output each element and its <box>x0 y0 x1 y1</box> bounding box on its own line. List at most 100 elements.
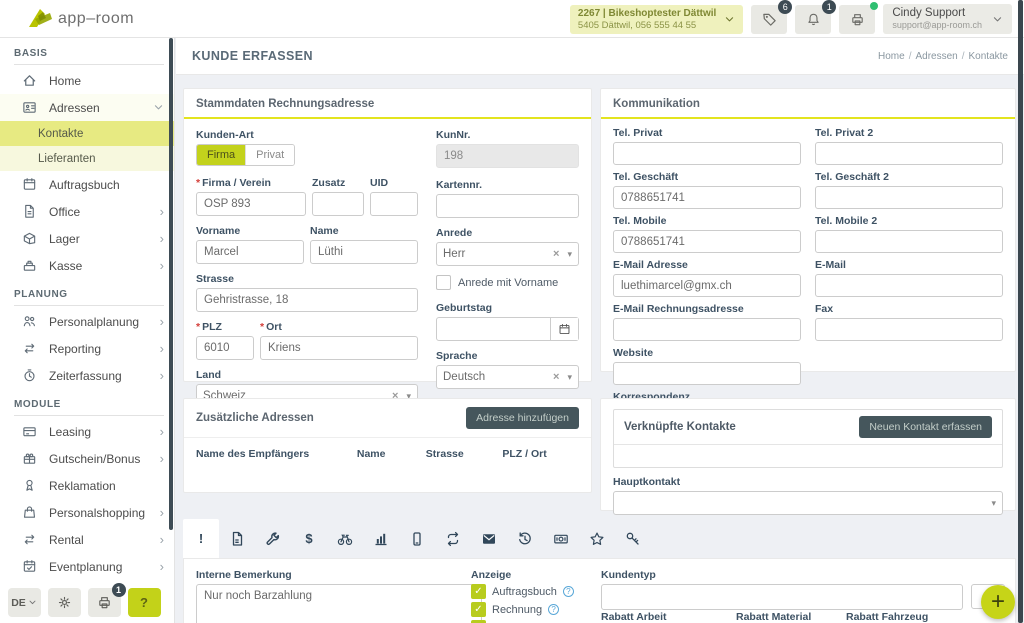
add-new-button[interactable]: + <box>981 585 1015 619</box>
sidebar-item-lieferanten[interactable]: Lieferanten <box>0 146 174 171</box>
sidebar-item-zeiterfassung[interactable]: Zeiterfassung › <box>0 362 174 389</box>
kartennr-input[interactable] <box>436 194 579 218</box>
sidebar-item-label: Office <box>49 205 80 219</box>
tab-mail[interactable] <box>471 519 507 558</box>
anrede-mit-vorname-checkbox[interactable]: Anrede mit Vorname <box>436 275 558 290</box>
info-icon[interactable]: ? <box>563 586 574 597</box>
breadcrumb-home[interactable]: Home <box>878 51 905 62</box>
sidebar-item-label: Rental <box>49 533 84 547</box>
tab-documents[interactable] <box>219 519 255 558</box>
tel-geschaeft-input[interactable] <box>613 186 801 209</box>
tel-geschaeft2-input[interactable] <box>815 186 1003 209</box>
breadcrumb-kontakte[interactable]: Kontakte <box>969 51 1008 62</box>
interne-bemerkung-textarea[interactable]: Nur noch Barzahlung <box>196 584 482 623</box>
name-input[interactable] <box>310 240 418 264</box>
user-menu[interactable]: Cindy Support support@app-room.ch <box>883 4 1012 34</box>
tab-service[interactable] <box>255 519 291 558</box>
tab-recurring[interactable] <box>435 519 471 558</box>
clear-icon[interactable]: × <box>553 248 559 260</box>
sidebar-item-auftragsbuch[interactable]: Auftragsbuch <box>0 171 174 198</box>
geburtstag-field[interactable] <box>436 317 579 341</box>
fax-input[interactable] <box>815 318 1003 341</box>
store-selector[interactable]: 2267 | Bikeshoptester Dättwil 5405 Dättw… <box>570 5 743 34</box>
vorname-input[interactable] <box>196 240 304 264</box>
email-rechnungsadresse-input[interactable] <box>613 318 801 341</box>
help-button[interactable]: ? <box>128 588 161 617</box>
sidebar-item-personalplanung[interactable]: Personalplanung › <box>0 308 174 335</box>
settings-button[interactable] <box>48 588 81 617</box>
sidebar-item-reklamation[interactable]: Reklamation <box>0 472 174 499</box>
calendar-picker-button[interactable] <box>550 318 578 340</box>
neuen-kontakt-button[interactable]: Neuen Kontakt erfassen <box>859 416 992 438</box>
tab-remarks[interactable]: ! <box>183 519 219 558</box>
tab-access[interactable] <box>615 519 651 558</box>
anzeige-auftragsbuch-checkbox[interactable]: ✓ Auftragsbuch ? <box>471 584 574 599</box>
sidebar-item-personalshopping[interactable]: Personalshopping › <box>0 499 174 526</box>
tab-bikes[interactable] <box>327 519 363 558</box>
chevron-right-icon: › <box>160 369 164 382</box>
anzeige-rechnung-checkbox[interactable]: ✓ Rechnung ? <box>471 602 574 617</box>
sidebar-item-home[interactable]: Home <box>0 67 174 94</box>
chevron-right-icon: › <box>160 560 164 573</box>
sidebar-item-label: Kontakte <box>38 128 83 140</box>
zusatz-input[interactable] <box>312 192 364 216</box>
hauptkontakt-select[interactable]: ▾ <box>613 491 1003 515</box>
info-icon[interactable]: ? <box>548 604 559 615</box>
plz-input[interactable] <box>196 336 254 360</box>
sidebar-item-office[interactable]: Office › <box>0 198 174 225</box>
sidebar-scrollbar[interactable] <box>169 38 173 530</box>
tab-statistics[interactable] <box>363 519 399 558</box>
adresse-hinzufuegen-button[interactable]: Adresse hinzufügen <box>466 407 579 429</box>
notifications-button[interactable]: 1 <box>795 5 831 34</box>
tel-mobile-input[interactable] <box>613 230 801 253</box>
sidebar-item-eventplanung[interactable]: Eventplanung › <box>0 553 174 580</box>
envelope-icon <box>481 531 497 547</box>
sidebar-item-kontakte[interactable]: Kontakte <box>0 121 174 146</box>
sidebar-item-kasse[interactable]: Kasse › <box>0 252 174 279</box>
sidebar-item-gutschein-bonus[interactable]: Gutschein/Bonus › <box>0 445 174 472</box>
sprache-select[interactable]: Deutsch × ▾ <box>436 365 579 389</box>
website-input[interactable] <box>613 362 801 385</box>
clear-icon[interactable]: × <box>553 371 559 383</box>
tab-finance[interactable]: $ <box>291 519 327 558</box>
firma-input[interactable] <box>196 192 306 216</box>
tab-favorites[interactable] <box>579 519 615 558</box>
kunden-art-privat[interactable]: Privat <box>245 145 294 165</box>
tab-history[interactable] <box>507 519 543 558</box>
star-icon <box>589 531 605 547</box>
sidebar-item-leasing[interactable]: Leasing › <box>0 418 174 445</box>
sidebar-item-label: Auftragsbuch <box>49 178 120 192</box>
uid-input[interactable] <box>370 192 418 216</box>
email-input[interactable] <box>815 274 1003 297</box>
name-label: Name <box>310 225 418 237</box>
sidebar-item-rental[interactable]: Rental › <box>0 526 174 553</box>
chevron-right-icon: › <box>160 232 164 245</box>
sidebar-item-adressen[interactable]: Adressen <box>0 94 174 121</box>
chevron-down-icon <box>28 598 37 607</box>
email-adresse-input[interactable] <box>613 274 801 297</box>
page-scrollbar[interactable] <box>1018 0 1023 623</box>
anrede-select[interactable]: Herr × ▾ <box>436 242 579 266</box>
tel-mobile2-input[interactable] <box>815 230 1003 253</box>
kundentyp-input[interactable] <box>601 584 963 610</box>
tel-geschaeft-label: Tel. Geschäft <box>613 171 801 183</box>
tel-privat-input[interactable] <box>613 142 801 165</box>
bicycle-icon <box>337 531 353 547</box>
printer-status-button[interactable] <box>839 5 875 34</box>
language-selector[interactable]: DE <box>8 588 41 617</box>
strasse-input[interactable] <box>196 288 418 312</box>
tags-button[interactable]: 6 <box>751 5 787 34</box>
tel-privat2-input[interactable] <box>815 142 1003 165</box>
breadcrumb-adressen[interactable]: Adressen <box>915 51 957 62</box>
chevron-down-icon <box>724 14 735 25</box>
print-jobs-button[interactable]: 1 <box>88 588 121 617</box>
kunden-art-firma[interactable]: Firma <box>197 145 245 165</box>
sidebar-item-lager[interactable]: Lager › <box>0 225 174 252</box>
ort-input[interactable] <box>260 336 418 360</box>
section-module: MODULE <box>0 389 174 415</box>
checkbox-checked-icon: ✓ <box>471 602 486 617</box>
col-empfaenger: Name des Empfängers <box>196 448 357 460</box>
sidebar-item-reporting[interactable]: Reporting › <box>0 335 174 362</box>
tab-payments[interactable] <box>543 519 579 558</box>
tab-mobile[interactable] <box>399 519 435 558</box>
